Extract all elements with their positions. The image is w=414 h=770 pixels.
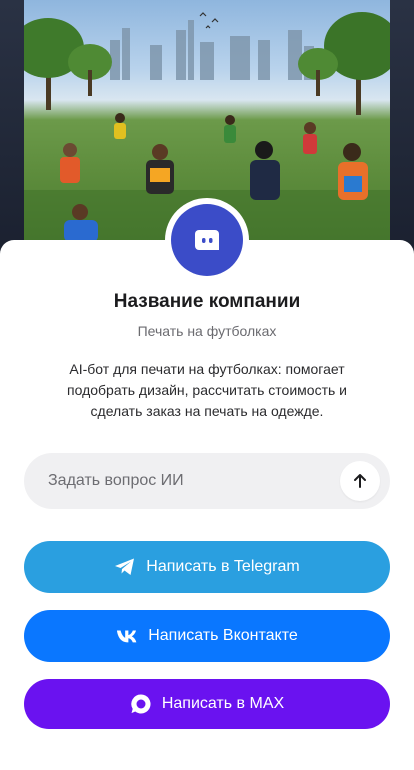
vk-button-label: Написать Вконтакте [148,627,298,644]
telegram-icon [114,556,136,578]
hero-frame-left [0,0,24,250]
max-button-label: Написать в MAX [161,695,285,712]
vk-icon [116,625,138,647]
arrow-up-icon [354,474,366,488]
company-description: AI-бот для печати на футболках: помогает… [67,361,347,419]
send-button[interactable] [340,461,380,501]
telegram-button[interactable]: Написать в Telegram [24,541,390,593]
ask-ai-input[interactable] [48,453,348,509]
telegram-button-label: Написать в Telegram [146,558,300,575]
hero-frame-right [390,0,414,250]
max-button[interactable]: Написать в MAX [24,679,390,729]
max-icon [130,693,152,715]
company-name: Название компании [113,291,301,312]
company-subtitle: Печать на футболках [137,323,277,339]
chat-bot-icon [171,204,243,276]
vk-button[interactable]: Написать Вконтакте [24,610,390,662]
ask-ai-box [24,453,390,509]
company-avatar [165,198,249,282]
